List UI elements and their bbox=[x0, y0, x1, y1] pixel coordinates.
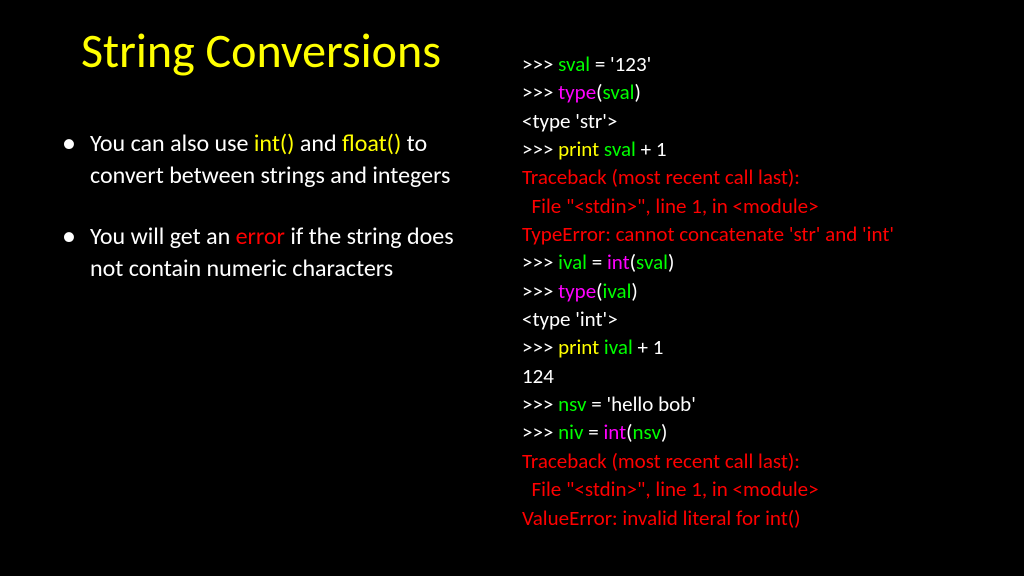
code-line-error: TypeError: cannot concatenate 'str' and … bbox=[522, 220, 1004, 248]
code-line: >>> type(ival) bbox=[522, 277, 1004, 305]
var: nsv bbox=[633, 419, 661, 445]
func: int bbox=[607, 249, 630, 275]
right-column: >>> sval = '123' >>> type(sval) <type 's… bbox=[512, 0, 1024, 576]
keyword-error: error bbox=[236, 222, 285, 251]
var: sval bbox=[558, 51, 590, 77]
code-line: 124 bbox=[522, 362, 1004, 390]
slide-title: String Conversions bbox=[40, 25, 482, 78]
code-line: >>> niv = int(nsv) bbox=[522, 418, 1004, 446]
code-line-error: Traceback (most recent call last): bbox=[522, 447, 1004, 475]
var: ival bbox=[603, 278, 632, 304]
keyword: print bbox=[558, 334, 604, 360]
text: ) bbox=[668, 249, 674, 275]
code-line-error: Traceback (most recent call last): bbox=[522, 163, 1004, 191]
code-line: <type 'str'> bbox=[522, 107, 1004, 135]
func: type bbox=[558, 79, 596, 105]
var: ival bbox=[604, 334, 633, 360]
prompt: >>> bbox=[522, 249, 558, 275]
text: ) bbox=[634, 79, 640, 105]
var: niv bbox=[558, 419, 583, 445]
text: + 1 bbox=[636, 136, 667, 162]
prompt: >>> bbox=[522, 136, 558, 162]
code-block: >>> sval = '123' >>> type(sval) <type 's… bbox=[522, 50, 1004, 532]
var: sval bbox=[603, 79, 635, 105]
code-line-error: File "<stdin>", line 1, in <module> bbox=[522, 192, 1004, 220]
keyword-float: float() bbox=[342, 129, 401, 158]
prompt: >>> bbox=[522, 278, 558, 304]
bullet-item-1: You can also use int() and float() to co… bbox=[90, 128, 482, 193]
prompt: >>> bbox=[522, 334, 558, 360]
left-column: String Conversions You can also use int(… bbox=[0, 0, 512, 576]
prompt: >>> bbox=[522, 419, 558, 445]
code-line: >>> print sval + 1 bbox=[522, 135, 1004, 163]
var: ival bbox=[558, 249, 587, 275]
bullet-list: You can also use int() and float() to co… bbox=[40, 128, 482, 286]
var: sval bbox=[636, 249, 668, 275]
code-line: >>> type(sval) bbox=[522, 78, 1004, 106]
var: sval bbox=[604, 136, 636, 162]
slide: String Conversions You can also use int(… bbox=[0, 0, 1024, 576]
func: type bbox=[558, 278, 596, 304]
text: You will get an bbox=[90, 222, 236, 251]
var: nsv bbox=[558, 391, 586, 417]
bullet-item-2: You will get an error if the string does… bbox=[90, 221, 482, 286]
prompt: >>> bbox=[522, 51, 558, 77]
code-line-error: ValueError: invalid literal for int() bbox=[522, 504, 1004, 532]
code-line: >>> sval = '123' bbox=[522, 50, 1004, 78]
code-line: >>> ival = int(sval) bbox=[522, 248, 1004, 276]
text: + 1 bbox=[633, 334, 664, 360]
text: You can also use bbox=[90, 129, 254, 158]
code-line: >>> nsv = 'hello bob' bbox=[522, 390, 1004, 418]
code-line: <type 'int'> bbox=[522, 305, 1004, 333]
code-line-error: File "<stdin>", line 1, in <module> bbox=[522, 475, 1004, 503]
text: = bbox=[587, 249, 607, 275]
prompt: >>> bbox=[522, 79, 558, 105]
text: and bbox=[294, 129, 342, 158]
code-line: >>> print ival + 1 bbox=[522, 333, 1004, 361]
func: int bbox=[603, 419, 626, 445]
text: = '123' bbox=[590, 51, 651, 77]
text: ) bbox=[631, 278, 637, 304]
keyword: print bbox=[558, 136, 604, 162]
prompt: >>> bbox=[522, 391, 558, 417]
keyword-int: int() bbox=[254, 129, 295, 158]
text: = bbox=[583, 419, 603, 445]
text: ) bbox=[661, 419, 667, 445]
text: = 'hello bob' bbox=[587, 391, 696, 417]
